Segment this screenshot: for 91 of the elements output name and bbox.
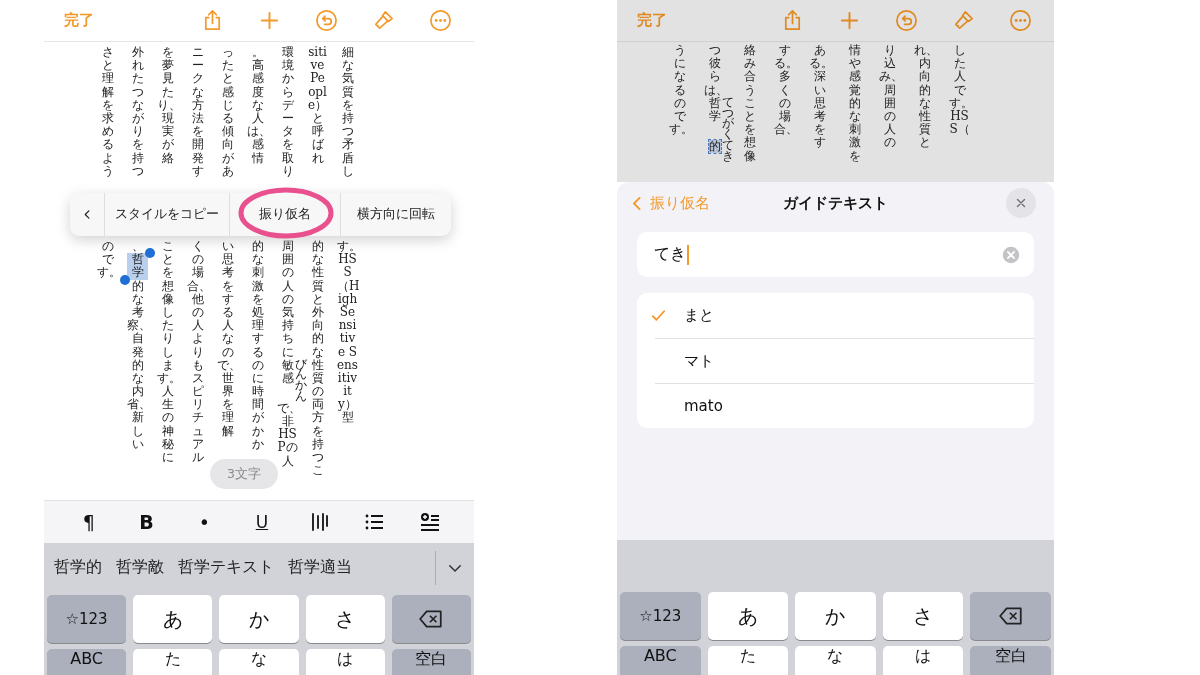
key[interactable]: あ [707, 592, 789, 640]
paintbrush-icon[interactable] [952, 9, 975, 32]
delete-key[interactable] [970, 592, 1051, 640]
document-text: 環境からデータを取り [280, 46, 295, 178]
plus-icon[interactable] [258, 9, 281, 32]
document-text: 外れたつながりを持つ [130, 46, 145, 178]
text-cursor [687, 244, 689, 265]
document-text: す。HSS（High Sensitive Sensitivity）型 [337, 240, 358, 425]
menu-item[interactable]: 振り仮名 [229, 193, 340, 236]
delete-key[interactable] [391, 595, 471, 643]
document-text: 、 [130, 240, 145, 253]
document-text: くの場合、他の人よりもスピリチュアル [187, 240, 208, 465]
key[interactable]: は [882, 646, 964, 675]
document-text: ことを想像したりします。人生の神秘に [157, 240, 178, 465]
option-row[interactable]: mato [655, 383, 1034, 428]
key[interactable]: ☆123 [620, 592, 701, 640]
format-button[interactable]: U [248, 512, 275, 532]
menu-item[interactable]: スタイルをコピー [104, 193, 229, 236]
menu-item[interactable]: 横方向に回転 [340, 193, 451, 236]
selection-handle[interactable] [145, 248, 155, 259]
document-text: 情や感覚的な刺激を [847, 44, 862, 163]
document-text: 的な考察、自発的な内省、新しい [127, 279, 148, 451]
key[interactable]: か [219, 595, 299, 643]
document-text: で、非HSPの人 [277, 401, 298, 468]
document-text: い思考をする人なので、世界を理解 [217, 240, 238, 438]
document-text: 絡み合うことを想像 [742, 44, 757, 163]
option-label: mato [684, 397, 723, 415]
plus-icon[interactable] [838, 9, 861, 32]
suggestion[interactable]: 哲学テキスト [178, 557, 274, 578]
document-text: つ彼らは、 [704, 44, 725, 97]
more-icon[interactable] [1009, 9, 1032, 32]
undo-icon[interactable] [315, 9, 338, 32]
format-button[interactable]: B [133, 511, 160, 533]
document-text: 哲学 [708, 96, 721, 124]
key[interactable]: さ [305, 595, 385, 643]
key[interactable]: か [795, 592, 876, 640]
document-text: ニークな方法を開発す [190, 46, 205, 178]
document-text: り込み、周囲の人の [879, 44, 900, 150]
more-icon[interactable] [429, 9, 452, 32]
document-text: 的な性質と外向的な性質の両方を持つこ [310, 240, 325, 478]
key[interactable]: 空白 [391, 649, 471, 675]
key[interactable]: は [305, 649, 385, 675]
document-text: 敏感 [281, 358, 294, 386]
key[interactable]: な [795, 646, 876, 675]
ruby-text: てつがく [721, 96, 734, 140]
key[interactable]: あ [133, 595, 213, 643]
close-button[interactable] [1006, 188, 1036, 218]
selection-handle[interactable] [120, 274, 130, 285]
format-button[interactable]: ¶ [75, 511, 102, 533]
key[interactable]: た [133, 649, 213, 675]
text-field[interactable]: てき [637, 232, 1034, 277]
document-text: さと理解を求めるよう [100, 46, 115, 178]
field-value: てき [654, 244, 686, 265]
sheet-title: ガイドテキスト [783, 193, 888, 213]
document-text: する。多くの場合、 [774, 44, 795, 137]
close-icon [1014, 196, 1028, 210]
key[interactable]: 空白 [970, 646, 1051, 675]
suggestion[interactable]: 哲学的 [54, 557, 102, 578]
paintbrush-icon[interactable] [372, 9, 395, 32]
key[interactable]: た [707, 646, 789, 675]
option-row[interactable]: マト [655, 338, 1034, 383]
document-text: れ、内向的な性質と [914, 44, 935, 150]
option-label: まと [684, 306, 714, 325]
format-button[interactable]: • [191, 511, 218, 533]
document-text: うになるのです。 [669, 44, 690, 137]
document-text: を夢見たり、現実が絡 [157, 46, 178, 165]
key[interactable]: ABC [620, 646, 701, 675]
suggestion[interactable]: 哲学適当 [288, 557, 352, 578]
document-text: 細な気質を持つ矛盾し [340, 46, 355, 178]
document-text: sitive People）と呼ばれ [307, 46, 328, 165]
document-text: した人です。HSS（ [949, 44, 970, 137]
ruby-text: びんかん [294, 358, 307, 402]
option-label: マト [684, 351, 714, 371]
document-text: のです。 [97, 240, 118, 280]
document-text: 。高感度な人は、感情 [247, 46, 268, 165]
undo-icon[interactable] [895, 9, 918, 32]
key[interactable]: さ [882, 592, 964, 640]
document-text: 周囲の人の気持ちに [280, 240, 295, 359]
key[interactable]: な [219, 649, 299, 675]
key[interactable]: ☆123 [47, 595, 127, 643]
document-text: 的な刺激を処理するのに時間がかか [250, 240, 265, 451]
suggestion[interactable]: 哲学敵 [116, 557, 164, 578]
document-text: ある。深い思考をす [809, 44, 830, 150]
document-text: ったと感じる傾向があ [220, 46, 235, 178]
ruby-text: てき [721, 139, 734, 162]
clear-icon[interactable] [1002, 245, 1020, 264]
key[interactable]: ABC [47, 649, 127, 675]
selected-text: 的 [708, 139, 721, 154]
option-row[interactable]: まと [655, 293, 1034, 338]
character-count-badge: 3文字 [210, 459, 278, 489]
checkmark-icon [650, 307, 667, 324]
